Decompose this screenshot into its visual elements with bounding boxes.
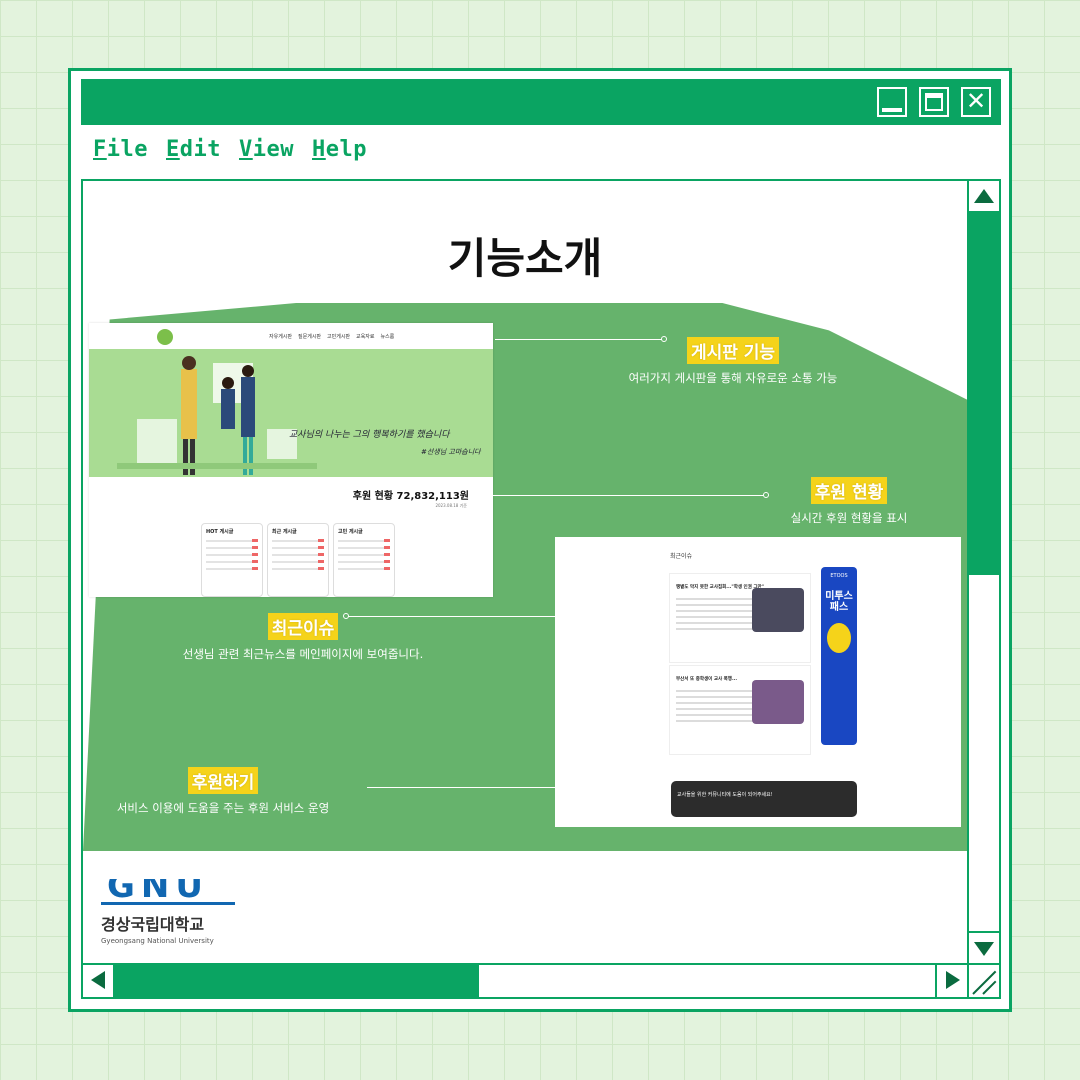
- menu-edit-accel: E: [166, 137, 180, 162]
- menu-file[interactable]: File: [93, 137, 148, 167]
- site-nav-links: 자유게시판 질문게시판 고민게시판 교육자료 뉴스룸: [269, 333, 394, 340]
- ad-banner: ETOOS 미투스 패스: [821, 567, 857, 745]
- callout-donate: 후원하기 서비스 이용에 도움을 주는 후원 서비스 운영: [103, 767, 343, 816]
- board-title: 최근 게시글: [272, 529, 297, 535]
- nav-link: 고민게시판: [327, 334, 351, 340]
- menu-edit[interactable]: Edit: [166, 137, 221, 167]
- callout-tag: 게시판 기능: [686, 337, 780, 364]
- callout-tag: 후원 현황: [810, 477, 888, 504]
- university-name-korean: 경상국립대학교: [101, 915, 205, 934]
- gnu-mark-icon: GNU: [101, 879, 235, 905]
- scroll-left-icon[interactable]: [83, 965, 115, 997]
- menu-help[interactable]: Help: [312, 137, 367, 167]
- ad-brand: ETOOS: [830, 573, 848, 579]
- main-page-screenshot: 자유게시판 질문게시판 고민게시판 교육자료 뉴스룸 교사님의 나누는 그의 행…: [89, 323, 493, 597]
- news-page-screenshot: 최근이슈 땡볕도 막지 못한 교사집회..."학생 인권 그만" 부산서 또 중…: [555, 537, 961, 827]
- university-name-english: Gyeongsang National University: [101, 937, 214, 945]
- menu-view-label: iew: [252, 137, 294, 162]
- news-card: 땡볕도 막지 못한 교사집회..."학생 인권 그만": [669, 573, 811, 663]
- callout-desc: 여러가지 게시판을 통해 자유로운 소통 가능: [628, 371, 838, 385]
- board-title: HOT 게시글: [206, 529, 234, 535]
- resize-grip-icon[interactable]: [969, 965, 1001, 999]
- scroll-right-icon[interactable]: [935, 965, 967, 997]
- connector-line: [367, 787, 657, 788]
- news-image: [752, 588, 804, 632]
- callout-tag: 최근이슈: [267, 613, 339, 640]
- worry-board-card: 고민 게시글: [333, 523, 395, 597]
- vertical-scroll-thumb[interactable]: [969, 213, 999, 575]
- menu-view[interactable]: View: [239, 137, 294, 167]
- hero-hashtag: #선생님 고마습니다: [421, 448, 481, 456]
- title-bar: ✕: [81, 79, 1001, 125]
- nav-link: 교육자료: [356, 334, 375, 340]
- nav-link: 뉴스룸: [380, 334, 395, 340]
- menu-bar: File Edit View Help: [93, 137, 367, 167]
- vertical-scrollbar[interactable]: [969, 179, 1001, 965]
- news-card: 부산서 또 중학생이 교사 폭행...: [669, 665, 811, 755]
- callout-board: 게시판 기능 여러가지 게시판을 통해 자유로운 소통 가능: [623, 337, 843, 386]
- menu-file-label: ile: [106, 137, 148, 162]
- callout-recent-issue: 최근이슈 선생님 관련 최근뉴스를 메인페이지에 보여줍니다.: [143, 613, 463, 662]
- ad-graphic: [827, 623, 851, 653]
- board-title: 고민 게시글: [338, 529, 363, 535]
- ad-headline: 미투스 패스: [825, 591, 853, 613]
- horizontal-scrollbar[interactable]: [81, 965, 969, 999]
- menu-view-accel: V: [239, 137, 253, 162]
- callout-donation-status: 후원 현황 실시간 후원 현황을 표시: [759, 477, 939, 526]
- horizontal-scroll-thumb[interactable]: [115, 965, 479, 997]
- app-window: ✕ File Edit View Help 기능소개 자유게시판 질문게시판 고…: [68, 68, 1012, 1012]
- tree-logo-icon: [157, 329, 173, 345]
- community-banner: 교사들을 위한 커뮤니티에 도움이 되어주세요!: [671, 781, 857, 817]
- hot-board-card: HOT 게시글: [201, 523, 263, 597]
- recent-board-card: 최근 게시글: [267, 523, 329, 597]
- news-title: 부산서 또 중학생이 교사 폭행...: [676, 677, 738, 682]
- menu-file-accel: F: [93, 137, 107, 162]
- menu-help-accel: H: [312, 137, 326, 162]
- site-nav: 자유게시판 질문게시판 고민게시판 교육자료 뉴스룸: [89, 323, 493, 349]
- callout-tag: 후원하기: [187, 767, 259, 794]
- callout-desc: 서비스 이용에 도움을 주는 후원 서비스 운영: [116, 801, 330, 815]
- connector-line: [493, 495, 765, 496]
- close-button[interactable]: ✕: [961, 87, 991, 117]
- university-logo: GNU 경상국립대학교 Gyeongsang National Universi…: [101, 867, 235, 945]
- scroll-up-icon[interactable]: [969, 181, 999, 213]
- donation-date: 2023.08.18 기준: [435, 503, 467, 508]
- callout-desc: 선생님 관련 최근뉴스를 메인페이지에 보여줍니다.: [182, 647, 424, 661]
- nav-link: 자유게시판: [269, 334, 293, 340]
- news-title: 땡볕도 막지 못한 교사집회..."학생 인권 그만": [676, 585, 765, 590]
- donation-total: 후원 현황 72,832,113원: [352, 491, 469, 502]
- hero-banner: 교사님의 나누는 그의 행복하기를 했습니다 #선생님 고마습니다: [89, 349, 493, 477]
- menu-edit-label: dit: [179, 137, 221, 162]
- minimize-button[interactable]: [877, 87, 907, 117]
- news-image: [752, 680, 804, 724]
- maximize-button[interactable]: [919, 87, 949, 117]
- news-section-title: 최근이슈: [670, 553, 693, 560]
- callout-desc: 실시간 후원 현황을 표시: [790, 511, 908, 525]
- nav-link: 질문게시판: [298, 334, 322, 340]
- hero-slogan: 교사님의 나누는 그의 행복하기를 했습니다: [289, 430, 450, 440]
- content-area: 기능소개 자유게시판 질문게시판 고민게시판 교육자료 뉴스룸 교사님의 나누는…: [81, 179, 969, 965]
- scroll-down-icon[interactable]: [969, 931, 999, 963]
- menu-help-label: elp: [325, 137, 367, 162]
- page-title: 기능소개: [447, 234, 603, 283]
- teachers-illustration: [117, 356, 317, 475]
